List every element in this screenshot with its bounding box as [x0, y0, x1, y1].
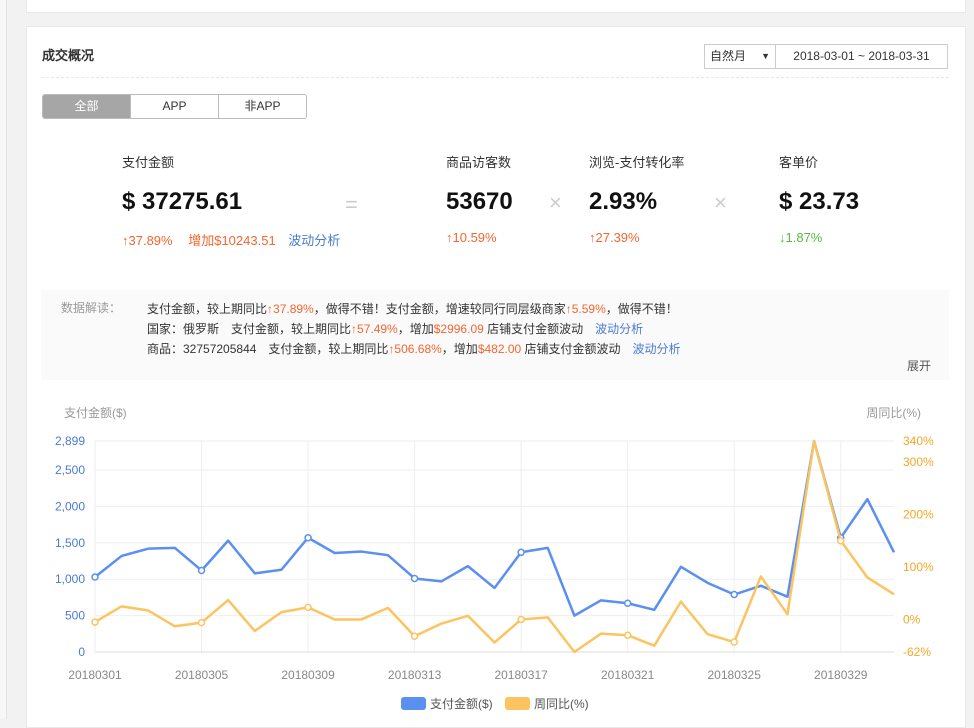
payment-trend-chart: 0 500 1,000 1,500 2,000 2,500 2,899 -62% 0% 100% 2… — [55, 405, 934, 711]
legend-swatch — [401, 697, 426, 710]
payment-data-point — [91, 573, 99, 581]
wow-data-point — [91, 618, 99, 626]
wow-data-point — [623, 631, 632, 639]
payment-data-point — [517, 548, 525, 557]
y-right-tick-label: 340% — [903, 434, 934, 448]
x-tick-label: 20180313 — [388, 668, 442, 682]
wow-data-point — [197, 618, 206, 627]
y-left-tick-label: 500 — [65, 609, 85, 623]
x-tick-label: 20180321 — [601, 668, 655, 682]
y-left-tick-label: 2,000 — [55, 499, 85, 513]
legend-swatch — [505, 697, 530, 710]
x-tick-label: 20180329 — [814, 668, 868, 682]
y-right-axis-title: 周同比(%) — [866, 406, 921, 420]
legend-label: 周同比(%) — [534, 697, 589, 711]
y-left-axis-title: 支付金额($) — [64, 405, 127, 420]
y-left-tick-label: 2,500 — [55, 463, 85, 477]
y-left-tick-label: 1,000 — [55, 572, 85, 586]
x-tick-label: 20180309 — [281, 668, 335, 682]
x-tick-label: 20180301 — [68, 668, 122, 682]
wow-data-point — [304, 603, 312, 612]
y-right-tick-label: 0% — [903, 612, 921, 626]
x-tick-label: 20180317 — [494, 668, 548, 682]
y-left-tick-label: 0 — [78, 645, 85, 659]
payment-data-point — [197, 566, 206, 575]
payment-data-point — [410, 574, 419, 583]
payment-data-point — [304, 533, 312, 542]
x-tick-label: 20180325 — [708, 668, 762, 682]
y-right-tick-label: 200% — [903, 507, 934, 521]
y-right-tick-label: 100% — [903, 560, 934, 574]
y-left-tick-label: 1,500 — [55, 536, 85, 550]
y-right-tick-label: -62% — [903, 645, 931, 659]
payment-series-line — [94, 439, 896, 617]
wow-data-point — [517, 615, 525, 624]
wow-series-line — [94, 439, 895, 654]
x-tick-label: 20180305 — [175, 668, 229, 682]
payment-data-point — [623, 599, 632, 607]
wow-data-point — [836, 536, 845, 545]
wow-data-point — [410, 632, 419, 641]
wow-data-point — [730, 638, 738, 646]
y-left-tick-label: 2,899 — [55, 434, 85, 448]
y-right-tick-label: 300% — [903, 455, 934, 469]
legend-label: 支付金额($) — [430, 696, 493, 711]
payment-data-point — [730, 590, 738, 599]
